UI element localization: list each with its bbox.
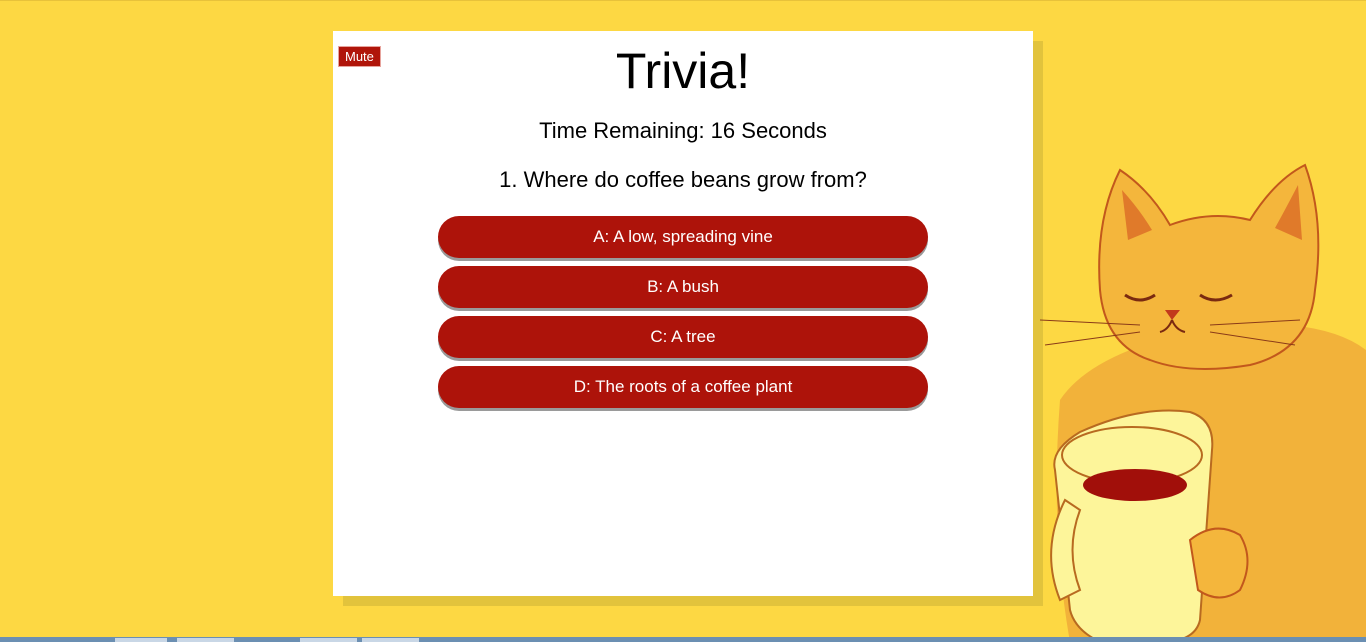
taskbar-button[interactable] xyxy=(300,638,357,642)
answer-button-b[interactable]: B: A bush xyxy=(438,266,928,308)
taskbar-button[interactable] xyxy=(177,638,234,642)
answer-button-c[interactable]: C: A tree xyxy=(438,316,928,358)
page: Mute Trivia! Time Remaining: 16 Seconds … xyxy=(0,0,1366,642)
cat-illustration xyxy=(1040,163,1366,642)
question-text: 1. Where do coffee beans grow from? xyxy=(499,167,867,192)
cat-head xyxy=(1098,163,1320,370)
time-remaining: Time Remaining: 16 Seconds xyxy=(539,118,827,143)
top-border xyxy=(0,0,1366,1)
trivia-card: Mute Trivia! Time Remaining: 16 Seconds … xyxy=(333,31,1033,596)
taskbar-button[interactable] xyxy=(362,638,419,642)
taskbar-button[interactable] xyxy=(115,638,167,642)
answer-button-a[interactable]: A: A low, spreading vine xyxy=(438,216,928,258)
cat-paw xyxy=(1188,527,1249,599)
answer-button-d[interactable]: D: The roots of a coffee plant xyxy=(438,366,928,408)
coffee-mug-icon xyxy=(1050,409,1214,642)
page-title: Trivia! xyxy=(615,43,751,99)
answer-list: A: A low, spreading vine B: A bush C: A … xyxy=(438,216,928,416)
